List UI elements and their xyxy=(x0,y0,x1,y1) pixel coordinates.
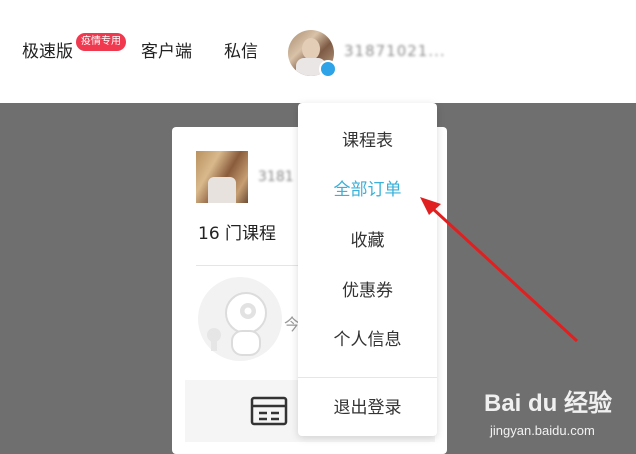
mascot-icon xyxy=(207,292,267,356)
nav-item-messages[interactable]: 私信 xyxy=(224,42,258,62)
menu-item-favorites[interactable]: 收藏 xyxy=(298,229,437,253)
card-avatar xyxy=(196,151,248,203)
schedule-icon xyxy=(250,396,288,426)
nav-item-client[interactable]: 客户端 xyxy=(141,42,192,62)
user-dropdown-menu: 课程表 全部订单 收藏 优惠券 个人信息 退出登录 xyxy=(298,103,437,436)
course-count[interactable]: 16 门课程 xyxy=(198,219,276,244)
mascot-illustration xyxy=(198,277,282,361)
card-username: 3181 xyxy=(258,169,294,185)
nav-item-lite[interactable]: 极速版 xyxy=(22,42,73,62)
avatar-face xyxy=(302,38,320,60)
menu-item-logout[interactable]: 退出登录 xyxy=(298,396,437,420)
menu-item-coupons[interactable]: 优惠券 xyxy=(298,279,437,303)
card-avatar-body xyxy=(208,177,236,203)
menu-divider xyxy=(298,377,437,378)
menu-item-profile[interactable]: 个人信息 xyxy=(298,328,437,352)
epidemic-badge: 疫情专用 xyxy=(76,33,126,51)
card-divider xyxy=(196,265,306,266)
baidu-jingyan-watermark: Bai du 经验 jingyan.baidu.com xyxy=(484,383,634,453)
top-nav-bar: 极速版 疫情专用 客户端 私信 31871021... xyxy=(0,0,636,103)
verified-icon xyxy=(319,60,337,78)
watermark-logo: Bai du 经验 xyxy=(484,390,613,417)
menu-item-schedule[interactable]: 课程表 xyxy=(298,129,437,153)
watermark-url: jingyan.baidu.com xyxy=(490,423,595,438)
username[interactable]: 31871021... xyxy=(344,42,446,60)
menu-item-all-orders[interactable]: 全部订单 xyxy=(298,178,437,202)
